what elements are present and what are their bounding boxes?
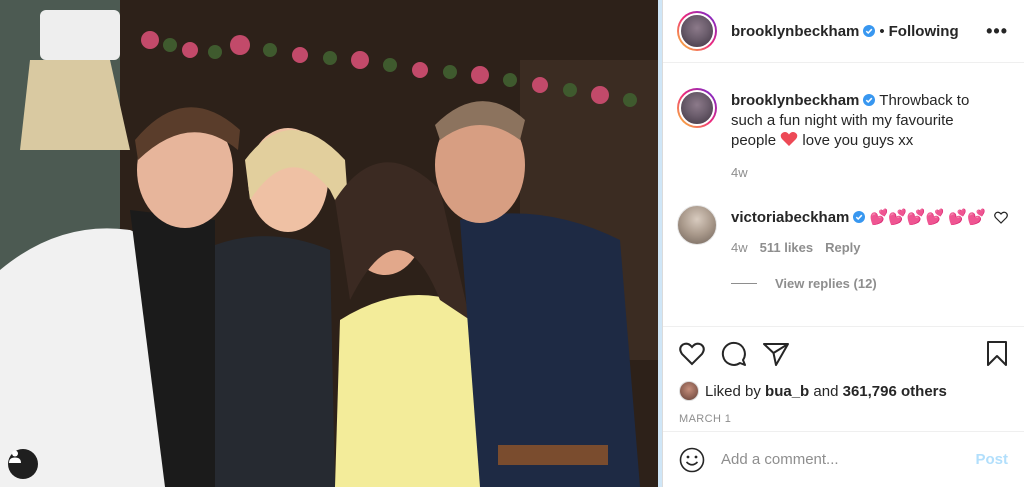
verified-badge-icon [863, 25, 876, 37]
likes-prefix: Liked by [705, 382, 761, 400]
likes-summary: Liked by bua_b and 361,796 others [679, 381, 1008, 401]
post-comment-button[interactable]: Post [975, 451, 1008, 468]
post-photo[interactable] [0, 0, 658, 487]
comment-meta: 4w 511 likes Reply [731, 238, 986, 258]
comment-bubble-icon[interactable] [721, 341, 747, 367]
add-comment-bar: Add a comment... Post [663, 431, 1024, 487]
like-comment-icon[interactable] [994, 211, 1008, 224]
caption-age: 4w [731, 165, 748, 180]
commenter-avatar[interactable] [677, 205, 717, 245]
comment-item: victoriabeckham 💕💕💕💕 💕💕 4w 511 likes Reply [677, 205, 1008, 258]
post-header: brooklynbeckham • Following ••• [663, 0, 1024, 63]
comment-age: 4w [731, 240, 748, 255]
comment-text: 💕💕💕💕 💕💕 [869, 209, 986, 226]
reply-button[interactable]: Reply [825, 240, 860, 255]
like-heart-icon[interactable] [679, 342, 705, 366]
share-paper-plane-icon[interactable] [763, 342, 789, 366]
post-date: MARCH 1 [679, 413, 732, 425]
first-liker[interactable]: bua_b [765, 383, 809, 400]
author-avatar[interactable] [677, 11, 717, 51]
header-separator: • [879, 22, 885, 40]
view-replies-link[interactable]: View replies (12) [731, 276, 1008, 291]
likes-conjunction: and [813, 382, 839, 400]
verified-badge-icon [853, 211, 866, 223]
more-options-icon[interactable]: ••• [986, 21, 1008, 42]
photo-illustration [0, 0, 658, 487]
author-username[interactable]: brooklynbeckham [731, 23, 859, 40]
comment-likes[interactable]: 511 likes [760, 240, 814, 255]
view-replies-label: View replies (12) [775, 276, 877, 291]
post-viewer: brooklynbeckham • Following ••• brooklyn… [0, 0, 1024, 487]
red-heart-icon [780, 132, 798, 146]
verified-badge-icon [863, 94, 876, 106]
post-actions: Liked by bua_b and 361,796 others MARCH … [663, 326, 1024, 425]
caption-text-end: love you guys xx [802, 132, 914, 149]
commenter-username[interactable]: victoriabeckham [731, 209, 849, 226]
liker-avatar[interactable] [679, 381, 699, 401]
caption: brooklynbeckham Throwback to such a fun … [677, 88, 1008, 183]
likes-count[interactable]: 361,796 others [843, 383, 947, 400]
comments-section: brooklynbeckham Throwback to such a fun … [663, 64, 1024, 326]
user-icon [9, 450, 21, 463]
tagged-people-button[interactable] [8, 449, 38, 479]
following-button[interactable]: Following [889, 23, 959, 40]
post-sidebar: brooklynbeckham • Following ••• brooklyn… [662, 0, 1024, 487]
caption-avatar[interactable] [677, 88, 717, 128]
emoji-smiley-icon[interactable] [679, 447, 705, 473]
comment-input[interactable]: Add a comment... [721, 451, 975, 468]
caption-username[interactable]: brooklynbeckham [731, 92, 859, 109]
save-bookmark-icon[interactable] [986, 341, 1008, 367]
